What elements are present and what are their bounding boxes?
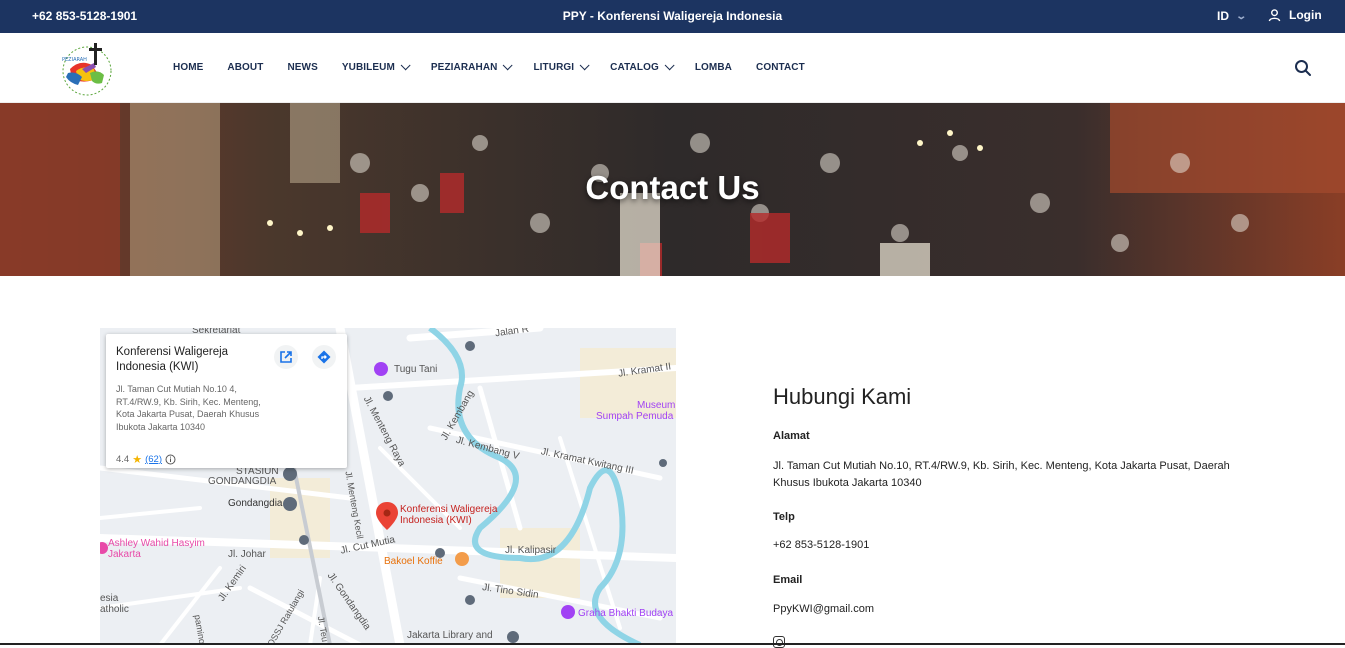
directions-icon xyxy=(317,350,331,364)
map-label: Sumpah Pemuda xyxy=(596,411,674,422)
map-label: Graha Bhakti Budaya xyxy=(578,608,674,619)
open-in-maps-button[interactable] xyxy=(274,345,298,369)
site-title: PPY - Konferensi Waligereja Indonesia xyxy=(562,9,783,23)
svg-text:PEZIARAH: PEZIARAH xyxy=(62,57,87,63)
map-label: Jl. Kalipasir xyxy=(505,545,557,556)
user-icon xyxy=(1268,8,1281,21)
chevron-down-icon xyxy=(579,60,590,71)
nav-catalog[interactable]: CATALOG xyxy=(610,60,675,73)
rating-value: 4.4 xyxy=(116,454,130,465)
nav-lomba[interactable]: LOMBA xyxy=(695,62,732,73)
place-address: Jl. Taman Cut Mutiah No.10 4, RT.4/RW.9,… xyxy=(116,384,261,432)
place-name[interactable]: Konferensi Waligereja Indonesia (KWI) xyxy=(116,345,266,375)
chevron-down-icon xyxy=(503,60,514,71)
chevron-down-icon: ⌄ xyxy=(1235,10,1248,22)
info-icon[interactable] xyxy=(165,454,176,465)
nav-label: LITURGI xyxy=(533,62,575,73)
nav-liturgi[interactable]: LITURGI xyxy=(533,60,590,73)
map-label: Tugu Tani xyxy=(394,364,438,375)
search-icon[interactable] xyxy=(1294,59,1312,77)
chevron-down-icon xyxy=(664,60,675,71)
chevron-down-icon xyxy=(400,60,411,71)
language-selector[interactable]: ID ⌄ xyxy=(1217,9,1248,23)
map-label: Bakoel Koffie xyxy=(384,556,443,567)
hero-banner: Contact Us xyxy=(0,103,1345,276)
nav-contact[interactable]: CONTACT xyxy=(756,62,805,73)
address-value: Jl. Taman Cut Mutiah No.10, RT.4/RW.9, K… xyxy=(773,460,1230,489)
main-nav: HOME ABOUT NEWS YUBILEUM PEZIARAHAN LITU… xyxy=(173,60,829,73)
nav-label: NEWS xyxy=(287,62,318,73)
review-count-link[interactable]: (62) xyxy=(145,454,162,465)
map-label: GONDANGDIA xyxy=(208,476,277,487)
map-label: atholic xyxy=(100,604,129,615)
google-map[interactable]: Sekretariat Jalan R Tugu Tani Jl. Kramat… xyxy=(100,328,676,645)
language-label: ID xyxy=(1217,9,1229,23)
nav-home[interactable]: HOME xyxy=(173,62,203,73)
nav-label: HOME xyxy=(173,62,204,73)
map-label: esia xyxy=(100,593,119,604)
map-label: Ashley Wahid Hasyim Jakarta xyxy=(108,538,205,560)
page-title: Contact Us xyxy=(585,169,760,206)
directions-button[interactable] xyxy=(312,345,336,369)
map-label: Jakarta Library and xyxy=(407,630,493,641)
star-icon: ★ xyxy=(132,454,143,466)
nav-label: ABOUT xyxy=(227,62,264,73)
map-pin-label: Konferensi Waligereja Indonesia (KWI) xyxy=(400,504,498,526)
phone-value[interactable]: +62 853-5128-1901 xyxy=(773,537,1253,554)
login-link[interactable]: Login xyxy=(1268,8,1322,22)
map-label: Jl. Johar xyxy=(228,549,266,560)
address-label: Alamat xyxy=(773,430,810,442)
map-place-card: Konferensi Waligereja Indonesia (KWI) Jl… xyxy=(106,334,347,468)
nav-label: YUBILEUM xyxy=(341,62,395,73)
instagram-icon[interactable] xyxy=(773,636,785,648)
nav-about[interactable]: ABOUT xyxy=(227,62,263,73)
map-label: Gondangdia xyxy=(228,498,283,509)
login-label: Login xyxy=(1289,8,1322,22)
nav-label: LOMBA xyxy=(694,62,732,73)
site-logo[interactable]: PEZIARAH xyxy=(56,39,118,99)
nav-yubileum[interactable]: YUBILEUM xyxy=(341,60,411,73)
contact-heading: Hubungi Kami xyxy=(773,384,912,409)
main-header: PEZIARAH HOME ABOUT NEWS YUBILEUM PEZIAR… xyxy=(0,33,1345,103)
map-label: Museum xyxy=(637,400,676,411)
nav-label: PEZIARAHAN xyxy=(430,62,498,73)
email-label: Email xyxy=(773,574,803,586)
top-bar: +62 853-5128-1901 PPY - Konferensi Walig… xyxy=(0,0,1345,33)
place-rating: 4.4 ★ (62) xyxy=(116,453,176,466)
phone-label: Telp xyxy=(773,511,795,523)
external-link-icon xyxy=(280,351,292,363)
nav-label: CONTACT xyxy=(756,62,805,73)
nav-news[interactable]: NEWS xyxy=(287,62,317,73)
nav-peziarahan[interactable]: PEZIARAHAN xyxy=(430,60,514,73)
nav-label: CATALOG xyxy=(610,62,659,73)
email-value[interactable]: PpyKWI@gmail.com xyxy=(773,601,1253,618)
